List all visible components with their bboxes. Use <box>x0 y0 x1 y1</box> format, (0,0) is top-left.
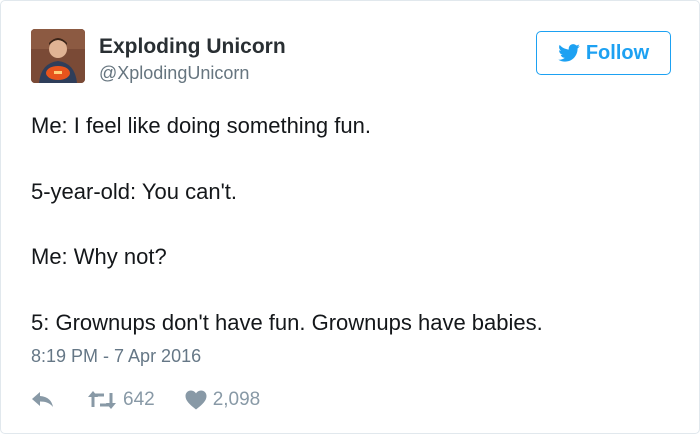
avatar-image <box>31 29 85 83</box>
follow-label: Follow <box>585 41 650 64</box>
twitter-bird-icon <box>558 44 580 62</box>
avatar[interactable] <box>31 29 85 83</box>
retweet-count: 642 <box>123 389 155 410</box>
follow-button[interactable]: Follow <box>536 31 671 75</box>
tweet-line: Me: I feel like doing something fun. <box>31 113 371 138</box>
retweet-button[interactable]: 642 <box>87 389 155 411</box>
like-button[interactable]: 2,098 <box>185 389 261 411</box>
reply-button[interactable] <box>31 391 59 409</box>
reply-icon <box>32 392 53 407</box>
tweet-line: Me: Why not? <box>31 244 167 269</box>
tweet-line: 5: Grownups don't have fun. Grownups hav… <box>31 310 543 335</box>
like-count: 2,098 <box>212 389 261 410</box>
heart-icon <box>185 390 207 410</box>
retweet-icon <box>88 391 116 409</box>
author-name[interactable]: Exploding Unicorn <box>99 35 286 59</box>
author-handle[interactable]: @XplodingUnicorn <box>99 63 249 84</box>
tweet-actions: 642 2,098 <box>31 387 260 413</box>
tweet-timestamp[interactable]: 8:19 PM - 7 Apr 2016 <box>31 346 201 367</box>
tweet-card: Exploding Unicorn @XplodingUnicorn Follo… <box>0 0 700 434</box>
tweet-line: 5-year-old: You can't. <box>31 179 238 204</box>
